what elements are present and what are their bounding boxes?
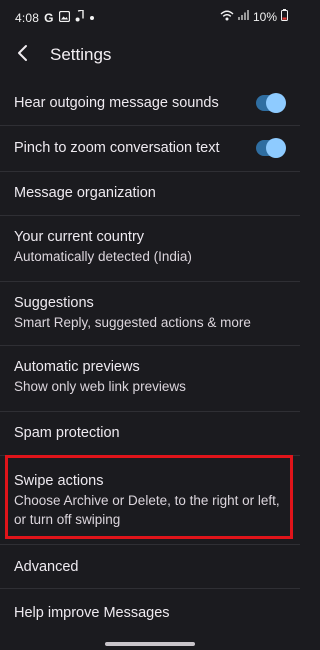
setting-title: Help improve Messages xyxy=(14,605,170,621)
setting-title: Message organization xyxy=(14,185,156,201)
gesture-nav-handle[interactable] xyxy=(105,642,195,646)
setting-help-improve-messages[interactable]: Help improve Messages xyxy=(0,589,300,635)
setting-current-country[interactable]: Your current country Automatically detec… xyxy=(0,216,300,282)
toggle-thumb xyxy=(266,138,286,158)
status-bar: 4:08 G 10% xyxy=(0,0,300,34)
setting-swipe-actions[interactable]: Swipe actions Choose Archive or Delete, … xyxy=(0,456,300,545)
google-icon: G xyxy=(44,10,54,25)
setting-title: Pinch to zoom conversation text xyxy=(14,140,220,156)
music-note-icon xyxy=(75,9,84,25)
back-arrow-icon xyxy=(17,44,29,67)
battery-icon xyxy=(281,9,288,24)
setting-title: Your current country xyxy=(14,229,145,245)
status-time: 4:08 xyxy=(15,10,40,25)
setting-title: Swipe actions xyxy=(14,473,104,489)
gallery-icon xyxy=(58,10,70,25)
setting-hear-outgoing-sounds[interactable]: Hear outgoing message sounds xyxy=(0,80,300,126)
setting-pinch-to-zoom[interactable]: Pinch to zoom conversation text xyxy=(0,126,300,172)
setting-spam-protection[interactable]: Spam protection xyxy=(0,412,300,456)
status-left: 4:08 G xyxy=(15,9,95,25)
setting-title: Spam protection xyxy=(14,425,120,441)
toggle-thumb xyxy=(266,93,286,113)
page-title: Settings xyxy=(50,45,112,64)
setting-subtitle: Automatically detected (India) xyxy=(14,249,192,264)
setting-title: Hear outgoing message sounds xyxy=(14,95,219,111)
setting-message-organization[interactable]: Message organization xyxy=(0,172,300,216)
back-button[interactable] xyxy=(10,42,36,68)
setting-automatic-previews[interactable]: Automatic previews Show only web link pr… xyxy=(0,346,300,412)
status-right: 10% xyxy=(220,9,288,24)
app-bar: Settings xyxy=(0,34,300,76)
setting-subtitle: Show only web link previews xyxy=(14,379,186,394)
setting-suggestions[interactable]: Suggestions Smart Reply, suggested actio… xyxy=(0,282,300,346)
toggle-switch[interactable] xyxy=(256,93,286,113)
setting-advanced[interactable]: Advanced xyxy=(0,545,300,589)
setting-subtitle-line-2: or turn off swiping xyxy=(14,512,121,527)
settings-list: Hear outgoing message sounds Pinch to zo… xyxy=(0,80,300,635)
setting-subtitle-line-1: Choose Archive or Delete, to the right o… xyxy=(14,493,280,508)
dot-icon xyxy=(89,12,95,24)
setting-title: Automatic previews xyxy=(14,359,140,375)
setting-subtitle: Smart Reply, suggested actions & more xyxy=(14,315,251,330)
battery-text: 10% xyxy=(252,9,277,24)
toggle-switch[interactable] xyxy=(256,138,286,158)
wifi-icon xyxy=(220,10,234,24)
signal-icon xyxy=(237,10,249,23)
setting-title: Advanced xyxy=(14,559,79,575)
setting-title: Suggestions xyxy=(14,295,94,311)
